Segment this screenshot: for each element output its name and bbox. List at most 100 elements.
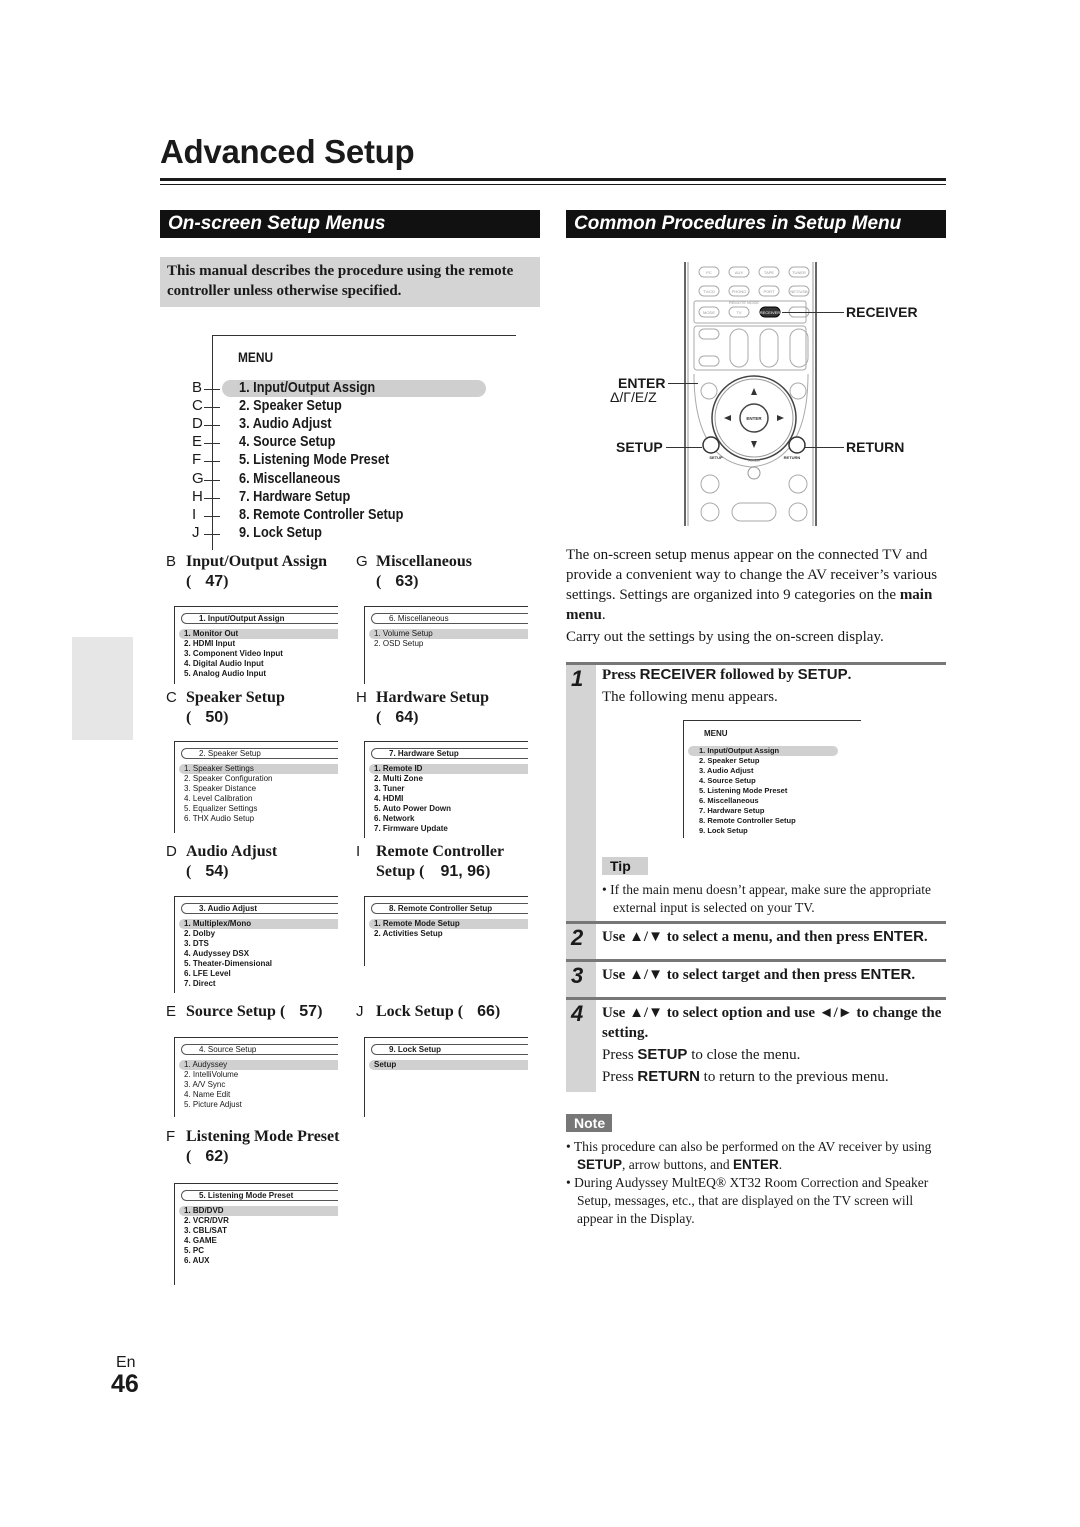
menu-callout-letter: F [192,451,202,468]
ref-open: ( [186,863,192,880]
submenu-title-line2: Setup ( 91, 96) [356,862,504,882]
play-icon [731,502,777,522]
page-reference[interactable]: 47 [205,573,223,590]
btn-pc-label: PC [706,270,712,275]
step-3-text: Use ▲/▼ to select target and then press … [602,965,952,985]
submenu-item: 2. VCR/DVR [184,1216,229,1225]
main-menu-item: I 8. Remote Controller Setup [186,506,496,525]
page-reference[interactable]: 57 [299,1003,317,1020]
submenu-heading: B Input/Output Assign (47) [166,552,327,592]
submenu-item: 4. Digital Audio Input [184,659,264,668]
submenu-heading: I Remote Controller Setup ( 91, 96) [356,842,504,882]
ref-close: ) [223,709,229,726]
btn-tape-label: TAPE [764,270,774,275]
side-tab [72,637,133,740]
btn-receiver-label: RECEIVER [760,310,781,315]
submenu-page-ref: (64) [356,708,489,728]
step-1-number: 1 [571,666,584,691]
main-menu-item: E 4. Source Setup [186,433,496,452]
ref-close: ) [223,1148,229,1165]
page-reference[interactable]: 54 [205,863,223,880]
menu-item-label: 7. Hardware Setup [239,488,351,505]
btn-tv-label: TV [736,310,741,315]
mini-menu-title: MENU [704,729,728,738]
btn-tvcd-label: TV/CD [703,289,715,294]
submenu-item-list: 1. BD/DVD 2. VCR/DVR 3. CBL/SAT 4. GAME 5. P… [175,1206,338,1266]
submenu-screen: 3. Audio Adjust 1. Multiplex/Mono 2. Dolby… [174,896,338,993]
step-1-sub: The following menu appears. [602,689,778,705]
submenu-caption: 1. Input/Output Assign [181,613,338,624]
note-1-b: , arrow buttons, and [622,1157,733,1172]
submenu-heading: G Miscellaneous (63) [356,552,472,592]
menu-item-label: 8. Remote Controller Setup [239,506,404,523]
submenu-item: 2. OSD Setup [374,639,424,648]
step-4-line2-b: to close the menu. [687,1047,801,1063]
step-4-rule [566,997,946,1000]
return-small-label: RETURN [784,455,801,460]
btn-menu [789,382,807,400]
submenu-item-list: 1. Monitor Out 2. HDMI Input 3. Component … [175,629,338,679]
callout-arrows: Δ/Γ/Ε/Ζ [610,389,657,405]
callout-leader-line [204,443,220,444]
main-menu-item: C 2. Speaker Setup [186,397,496,416]
page-reference[interactable]: 66 [477,1003,495,1020]
submenu-item: Setup [369,1060,528,1070]
step-4-line2: Press SETUP to close the menu. [602,1045,947,1065]
callout-line-return [805,447,844,448]
ref-close: ) [494,1003,501,1020]
volume-group [693,325,807,371]
submenu-letter: E [166,1003,177,1020]
submenu-caption: 8. Remote Controller Setup [371,903,528,914]
ref-open: ( [186,573,192,590]
submenu-title: Speaker Setup [186,689,285,706]
menu-item-label: 3. Audio Adjust [239,415,332,432]
submenu-item-list: 1. Speaker Settings 2. Speaker Configurat… [175,764,338,824]
submenu-item: 5. Theater-Dimensional [184,959,273,968]
btn-phono-label: PHONO [732,289,747,294]
step-2-text: Use ▲/▼ to select a menu, and then press… [602,927,952,947]
intro-text: The on-screen setup menus appear on the … [566,547,938,603]
setup-small-label: SETUP [709,455,723,460]
callout-return: RETURN [846,439,905,455]
page-reference[interactable]: 50 [205,709,223,726]
menu-item-label: 1. Input/Output Assign [239,379,376,396]
submenu-heading: D Audio Adjust (54) [166,842,277,882]
submenu-item: 1. Multiplex/Mono [179,919,338,929]
tip-label: Tip [602,857,648,875]
step-4-line3-a: Press [602,1069,638,1085]
arrow-up-icon [751,388,757,395]
submenu-caption: 3. Audio Adjust [181,903,338,914]
submenu-screen: 9. Lock Setup Setup [364,1037,528,1117]
intro-paragraph: The on-screen setup menus appear on the … [566,545,951,625]
submenu-item: 5. Equalizer Settings [184,804,258,813]
submenu-caption: 9. Lock Setup [371,1044,528,1055]
btn-tuner-label: TUNER [792,270,806,275]
submenu-title: Input/Output Assign [186,553,327,570]
step-3-b: . [911,967,916,983]
page-reference[interactable]: 63 [395,573,413,590]
callout-leader-line [204,534,220,535]
btn-top-menu [700,382,718,400]
step-1-a: Press [602,667,640,683]
submenu-screen: 4. Source Setup 1. Audyssey 2. IntelliVolu… [174,1037,338,1117]
submenu-item: 3. Speaker Distance [184,784,257,793]
step-1-bar [566,665,596,921]
remote-mode-label: REMOTE MODE [729,300,760,305]
menu-item-label: 5. Listening Mode Preset [239,451,390,468]
step-4-a: Use ▲/▼ to select option and use ◄/► to … [602,1005,942,1041]
submenu-caption: 2. Speaker Setup [181,748,338,759]
page-reference[interactable]: 91, 96 [440,863,484,880]
arrow-down-icon [751,441,757,448]
fast-forward-icon [788,502,808,522]
submenu-item: 3. A/V Sync [184,1080,226,1089]
submenu-item: 2. IntelliVolume [184,1070,239,1079]
step-2-key-enter: ENTER [873,928,924,945]
ref-close: ) [223,863,229,880]
remote-input-buttons [693,266,810,371]
submenu-heading: C Speaker Setup (50) [166,688,285,728]
submenu-letter: C [166,689,177,706]
step-4-number: 4 [571,1001,584,1026]
arrow-right-icon [777,415,784,421]
page-reference[interactable]: 62 [205,1148,223,1165]
page-reference[interactable]: 64 [395,709,413,726]
